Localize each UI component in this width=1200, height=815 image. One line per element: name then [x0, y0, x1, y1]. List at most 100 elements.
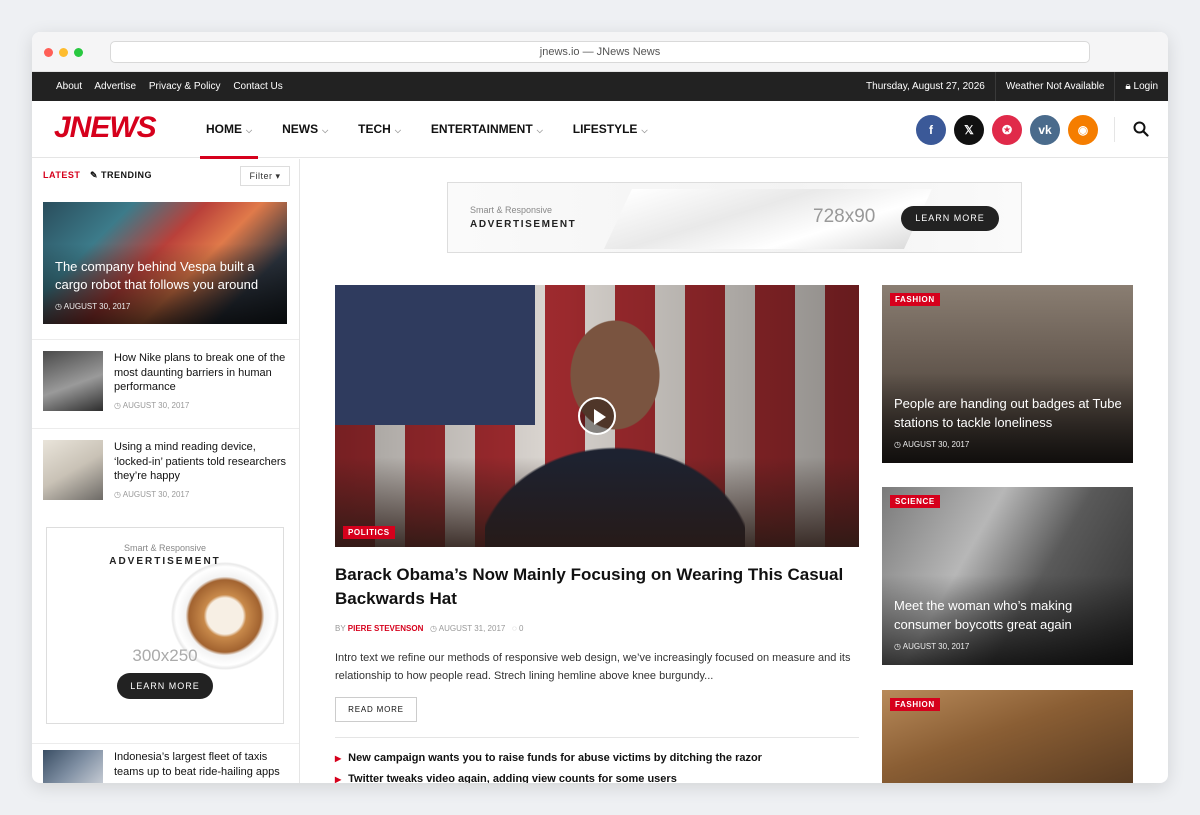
post-card[interactable]: FASHION [882, 690, 1133, 783]
nav-news[interactable]: NEWS ⌵ [276, 101, 334, 158]
vk-icon[interactable]: vk [1030, 115, 1060, 145]
card-date: ◷ AUGUST 30, 2017 [894, 440, 969, 449]
related-post-link[interactable]: ▶ Twitter tweaks video again, adding view… [335, 773, 677, 783]
post-thumbnail[interactable] [43, 351, 103, 411]
ad-title: ADVERTISEMENT [470, 219, 577, 230]
article-date: AUGUST 31, 2017 [438, 624, 506, 633]
comment-icon: ◌ [512, 624, 517, 633]
list-item[interactable]: Using a mind reading device, ‘locked-in’… [32, 428, 299, 517]
related-post-title: Twitter tweaks video again, adding view … [348, 773, 677, 783]
top-link-advertise[interactable]: Advertise [94, 81, 136, 92]
card-date: ◷ AUGUST 30, 2017 [894, 642, 969, 651]
maximize-window-button[interactable] [74, 48, 83, 57]
lock-icon: 🔒︎ [1125, 81, 1134, 92]
login-link[interactable]: 🔒︎ Login [1114, 72, 1168, 101]
list-item[interactable]: How Nike plans to break one of the most … [32, 339, 299, 428]
clock-icon: ◷ [55, 302, 64, 311]
chevron-down-icon: ⌵ [322, 126, 329, 135]
category-badge[interactable]: SCIENCE [890, 495, 940, 508]
ad-subtitle: Smart & Responsive [470, 205, 553, 215]
pinterest-icon[interactable]: ✪ [992, 115, 1022, 145]
post-title[interactable]: How Nike plans to break one of the most … [114, 351, 290, 395]
category-badge[interactable]: FASHION [890, 293, 940, 306]
tab-latest[interactable]: LATEST [43, 170, 80, 180]
ad-size: 728x90 [813, 206, 876, 227]
site-logo[interactable]: JNEWS [54, 111, 157, 145]
minimize-window-button[interactable] [59, 48, 68, 57]
clock-icon: ◷ [894, 440, 903, 449]
rss-icon[interactable]: ◉ [1068, 115, 1098, 145]
clock-icon: ◷ [894, 642, 903, 651]
ad-subtitle: Smart & Responsive [123, 543, 207, 553]
header-divider [1114, 117, 1115, 142]
nav-home-label: HOME [206, 122, 242, 136]
article-author[interactable]: PIERE STEVENSON [348, 624, 424, 633]
chevron-down-icon: ⌵ [536, 126, 543, 135]
post-date: ◷ AUGUST 30, 2017 [114, 401, 189, 410]
nav-news-label: NEWS [282, 122, 319, 136]
featured-title[interactable]: The company behind Vespa built a cargo r… [55, 258, 275, 294]
flame-icon: ✎ [90, 170, 102, 180]
related-post-link[interactable]: ▶ New campaign wants you to raise funds f… [335, 752, 762, 764]
search-icon[interactable] [1132, 120, 1150, 138]
sidebar: LATEST ✎ TRENDING Filter ▾ The company b… [32, 159, 300, 783]
top-link-about[interactable]: About [56, 81, 82, 92]
login-label: Login [1133, 81, 1158, 92]
tab-trending-label: TRENDING [101, 170, 153, 180]
post-title[interactable]: Using a mind reading device, ‘locked-in’… [114, 440, 290, 484]
card-title[interactable]: Meet the woman who’s making consumer boy… [894, 597, 1124, 634]
featured-date: ◷ AUGUST 30, 2017 [55, 302, 130, 311]
filter-dropdown[interactable]: Filter ▾ [240, 166, 290, 186]
nav-tech[interactable]: TECH ⌵ [352, 101, 407, 158]
sidebar-advertisement[interactable]: Smart & Responsive ADVERTISEMENT 300x250… [46, 527, 284, 724]
post-card[interactable]: SCIENCE Meet the woman who’s making cons… [882, 487, 1133, 665]
comment-count[interactable]: 0 [519, 624, 523, 633]
post-thumbnail[interactable] [43, 440, 103, 500]
sidebar-featured-post[interactable]: The company behind Vespa built a cargo r… [43, 202, 287, 324]
x-twitter-icon[interactable]: 𝕏 [954, 115, 984, 145]
caret-down-icon: ▾ [275, 171, 281, 181]
browser-window: jnews.io — JNews News About Advertise Pr… [32, 32, 1168, 783]
list-item[interactable]: Indonesia’s largest fleet of taxis teams… [32, 743, 299, 783]
nav-lifestyle[interactable]: LIFESTYLE ⌵ [567, 101, 654, 158]
sidebar-tabs: LATEST ✎ TRENDING Filter ▾ [32, 159, 299, 191]
weather-widget[interactable]: Weather Not Available [994, 72, 1115, 101]
play-icon[interactable] [578, 397, 616, 435]
post-thumbnail[interactable] [43, 750, 103, 783]
address-bar[interactable]: jnews.io — JNews News [110, 41, 1090, 63]
tab-trending[interactable]: ✎ TRENDING [90, 170, 152, 181]
main-featured-video[interactable]: POLITICS [335, 285, 859, 547]
chevron-down-icon: ⌵ [641, 126, 648, 135]
chevron-down-icon: ⌵ [246, 126, 253, 135]
category-badge[interactable]: FASHION [890, 698, 940, 711]
facebook-icon[interactable]: f [916, 115, 946, 145]
related-post-title: New campaign wants you to raise funds fo… [348, 752, 762, 764]
post-date-text: AUGUST 30, 2017 [122, 401, 190, 410]
category-badge[interactable]: POLITICS [343, 526, 395, 539]
article-title[interactable]: Barack Obama’s Now Mainly Focusing on We… [335, 563, 855, 611]
card-date-text: AUGUST 30, 2017 [902, 440, 970, 449]
clock-icon: ◷ [114, 490, 123, 499]
post-title[interactable]: Indonesia’s largest fleet of taxis teams… [114, 750, 290, 779]
post-card[interactable]: FASHION People are handing out badges at… [882, 285, 1133, 463]
post-date: ◷ AUGUST 30, 2017 [114, 490, 189, 499]
ad-product-image [604, 189, 932, 249]
top-link-privacy[interactable]: Privacy & Policy [149, 81, 221, 92]
article-meta: BY PIERE STEVENSON ◷ AUGUST 31, 2017 ◌ 0 [335, 624, 523, 633]
article-excerpt: Intro text we refine our methods of resp… [335, 652, 851, 682]
nav-entertainment[interactable]: ENTERTAINMENT ⌵ [425, 101, 549, 158]
top-bar-right: Thursday, August 27, 2026 Weather Not Av… [856, 72, 1168, 101]
top-advertisement[interactable]: Smart & Responsive ADVERTISEMENT 728x90 … [447, 182, 1022, 253]
read-more-button[interactable]: READ MORE [335, 697, 417, 722]
close-window-button[interactable] [44, 48, 53, 57]
clock-icon: ◷ [430, 624, 437, 633]
social-links: f 𝕏 ✪ vk ◉ [916, 115, 1098, 145]
card-title[interactable]: People are handing out badges at Tube st… [894, 395, 1124, 432]
divider [335, 737, 859, 738]
top-bar: About Advertise Privacy & Policy Contact… [32, 72, 1168, 101]
nav-entertainment-label: ENTERTAINMENT [430, 122, 533, 136]
ad-learn-more-button[interactable]: LEARN MORE [901, 206, 999, 231]
ad-learn-more-button[interactable]: LEARN MORE [117, 673, 213, 699]
nav-home[interactable]: HOME ⌵ [200, 101, 259, 159]
top-link-contact[interactable]: Contact Us [233, 81, 282, 92]
